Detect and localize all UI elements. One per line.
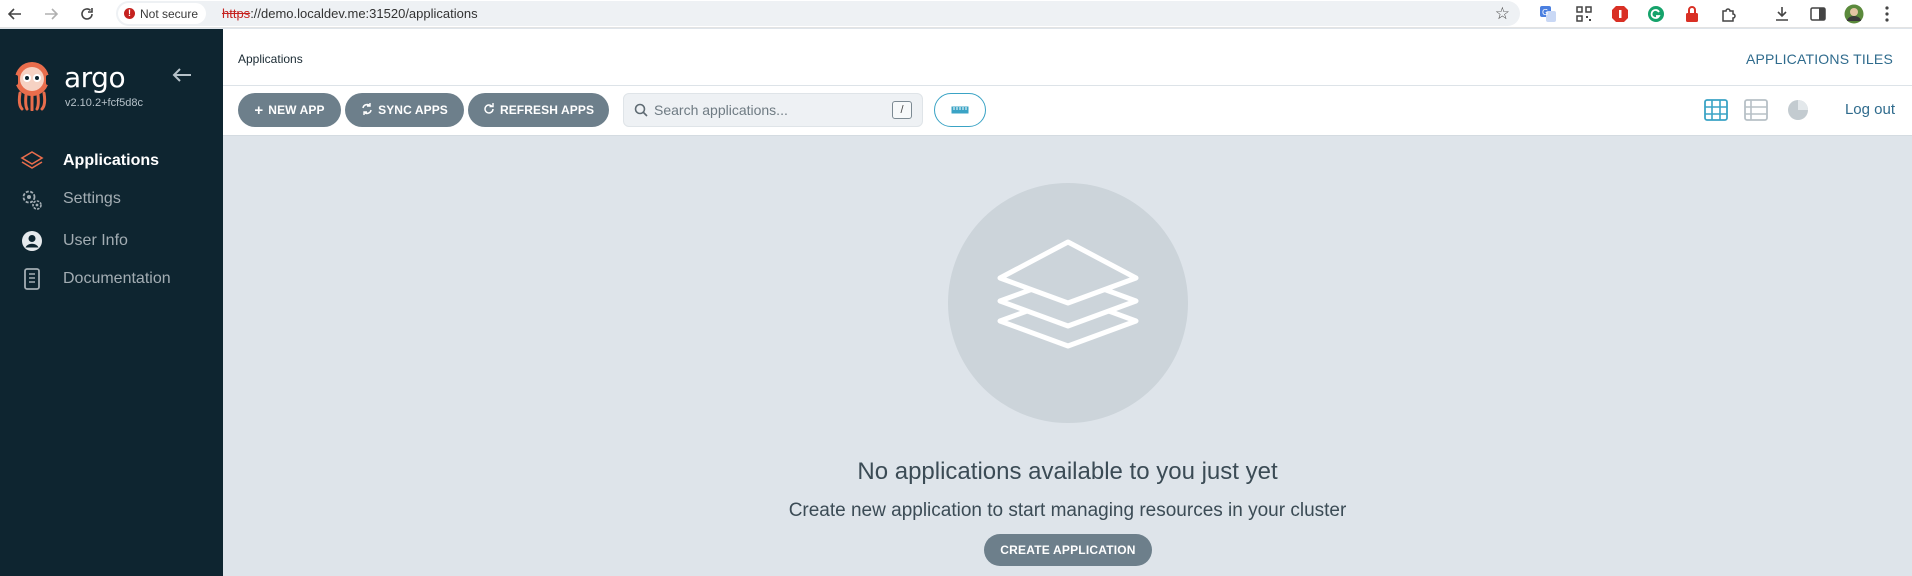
lock-extension-icon[interactable] [1681, 3, 1703, 25]
gears-icon [20, 187, 44, 211]
create-application-button[interactable]: CREATE APPLICATION [984, 534, 1152, 566]
side-panel-icon[interactable] [1807, 3, 1829, 25]
sidebar-item-label: Settings [63, 190, 121, 207]
layers-icon [20, 149, 44, 173]
search-box[interactable]: / [623, 93, 923, 127]
security-chip[interactable]: ! Not secure [118, 3, 207, 24]
book-icon [20, 267, 44, 291]
sidebar-item-user-info[interactable]: User Info [0, 222, 223, 260]
sync-apps-button[interactable]: SYNC APPS [345, 93, 464, 127]
grammarly-extension-icon[interactable] [1645, 3, 1667, 25]
empty-state-illustration [948, 183, 1188, 423]
search-shortcut-hint: / [892, 101, 912, 119]
empty-state-title: No applications available to you just ye… [857, 458, 1278, 485]
search-input[interactable] [654, 100, 884, 120]
tiles-view-icon[interactable] [1703, 98, 1729, 122]
ruler-icon [951, 101, 969, 119]
argo-logo [13, 62, 51, 111]
refresh-icon [483, 102, 495, 118]
page-header: Applications APPLICATIONS TILES [223, 29, 1912, 86]
search-icon [634, 103, 648, 122]
logout-link[interactable]: Log out [1845, 101, 1895, 118]
view-title: APPLICATIONS TILES [1745, 51, 1893, 67]
url-text[interactable]: https://demo.localdev.me:31520/applicati… [222, 6, 478, 21]
menu-icon[interactable] [1876, 3, 1898, 25]
brand: argo v2.10.2+fcf5d8c [10, 59, 143, 111]
back-icon[interactable] [4, 3, 26, 25]
plus-icon: + [254, 101, 264, 119]
refresh-apps-button[interactable]: REFRESH APPS [468, 93, 609, 127]
forward-icon[interactable] [40, 3, 62, 25]
browser-toolbar: ! Not secure https://demo.localdev.me:31… [0, 0, 1912, 28]
star-icon[interactable]: ☆ [1495, 4, 1510, 24]
layers-icon [997, 239, 1139, 349]
sidebar: argo v2.10.2+fcf5d8c Applications Settin… [0, 29, 223, 576]
sync-icon [361, 102, 373, 118]
svg-text:G: G [1542, 8, 1548, 17]
extensions-icon[interactable] [1717, 3, 1739, 25]
qr-extension-icon[interactable] [1573, 3, 1595, 25]
empty-state: No applications available to you just ye… [223, 136, 1912, 576]
sidebar-item-label: Applications [63, 152, 160, 169]
list-view-icon[interactable] [1743, 98, 1769, 122]
filters-toggle-button[interactable] [934, 93, 986, 127]
user-circle-icon [20, 229, 44, 253]
sidebar-nav: Applications Settings User Info Document… [0, 142, 223, 298]
summary-view-icon[interactable] [1785, 98, 1811, 122]
brand-name: argo [64, 61, 126, 94]
translate-extension-icon[interactable]: G [1537, 3, 1559, 25]
sidebar-item-label: User Info [63, 232, 128, 249]
toolbar: + NEW APP SYNC APPS REFRESH APPS / Log o… [223, 86, 1912, 136]
download-icon[interactable] [1771, 3, 1793, 25]
reload-icon[interactable] [76, 3, 98, 25]
empty-state-subtitle: Create new application to start managing… [788, 500, 1347, 521]
sidebar-item-applications[interactable]: Applications [0, 142, 223, 180]
page-title: Applications [238, 52, 303, 66]
version-label: v2.10.2+fcf5d8c [65, 97, 143, 109]
profile-avatar[interactable] [1843, 3, 1865, 25]
collapse-sidebar-icon[interactable] [172, 63, 192, 89]
warning-icon: ! [124, 8, 135, 19]
sidebar-item-label: Documentation [63, 270, 171, 287]
sidebar-item-settings[interactable]: Settings [0, 180, 223, 218]
address-bar[interactable]: ! Not secure https://demo.localdev.me:31… [116, 1, 1520, 26]
security-label: Not secure [140, 6, 199, 21]
adblock-extension-icon[interactable] [1609, 3, 1631, 25]
new-app-button[interactable]: + NEW APP [238, 93, 341, 127]
sidebar-item-documentation[interactable]: Documentation [0, 260, 223, 298]
